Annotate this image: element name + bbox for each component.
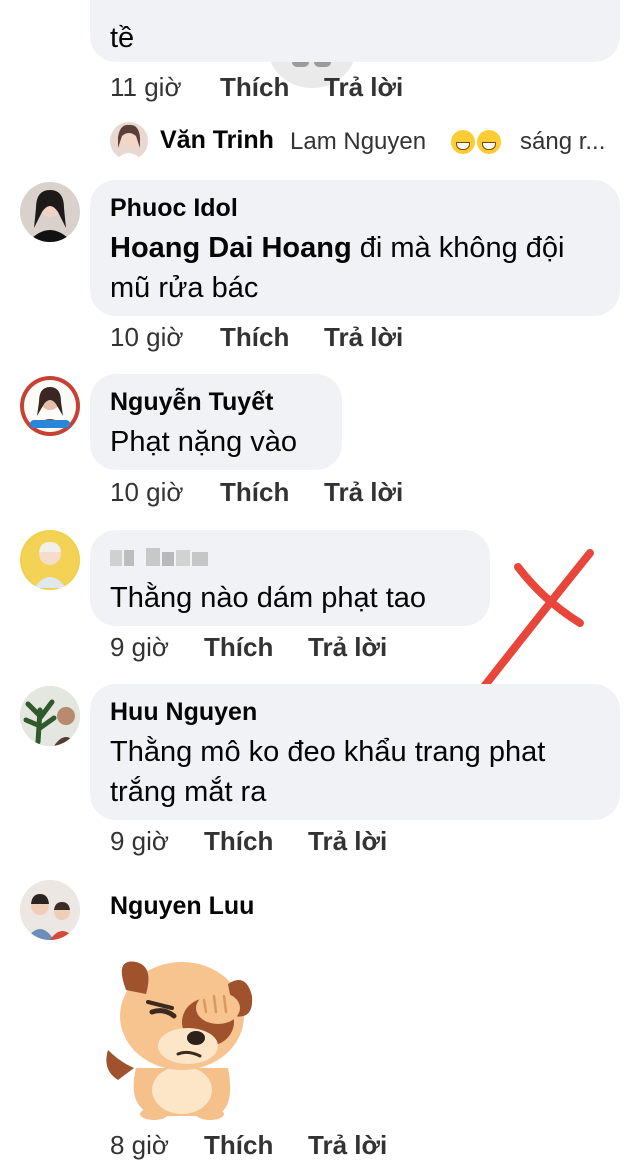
comment-text: Thằng mô ko đeo khẩu trang phat trắng mắ… bbox=[110, 736, 546, 808]
comment-author[interactable]: Nguyen Luu bbox=[110, 892, 254, 921]
reply-author[interactable]: Văn Trinh bbox=[160, 126, 274, 155]
avatar[interactable] bbox=[20, 376, 80, 436]
comment-author[interactable]: Huu Nguyen bbox=[110, 698, 257, 727]
reply-preview[interactable]: Văn Trinh Lam Nguyen sáng r... bbox=[110, 122, 620, 162]
reply-button[interactable]: Trả lời bbox=[324, 322, 403, 353]
avatar[interactable] bbox=[20, 530, 80, 590]
dog-sticker bbox=[106, 961, 253, 1120]
blurred-author-name bbox=[110, 546, 210, 570]
like-button[interactable]: Thích bbox=[220, 477, 289, 508]
like-button[interactable]: Thích bbox=[220, 322, 289, 353]
comment-time: 11 giờ bbox=[110, 72, 182, 102]
comment-mention[interactable]: Hoang Dai Hoang bbox=[110, 232, 352, 264]
like-button[interactable]: Thích bbox=[204, 632, 273, 663]
reply-button[interactable]: Trả lời bbox=[308, 632, 387, 663]
comment-text: Phạt nặng vào bbox=[110, 426, 298, 458]
comment-time: 8 giờ bbox=[110, 1130, 169, 1160]
avatar[interactable] bbox=[20, 880, 80, 940]
comment-author[interactable]: Nguyễn Tuyết bbox=[110, 388, 273, 417]
comment-time: 9 giờ bbox=[110, 826, 169, 856]
comment-time: 9 giờ bbox=[110, 632, 169, 662]
comment-bubble bbox=[90, 0, 620, 62]
reply-button[interactable]: Trả lời bbox=[308, 826, 387, 857]
comment-text: Thằng nào dám phạt tao bbox=[110, 582, 427, 614]
reply-button[interactable]: Trả lời bbox=[324, 477, 403, 508]
reply-button[interactable]: Trả lời bbox=[308, 1130, 387, 1161]
like-button[interactable]: Thích bbox=[204, 1130, 273, 1161]
comment-author[interactable]: Phuoc Idol bbox=[110, 194, 238, 223]
comment-time: 10 giờ bbox=[110, 477, 184, 507]
reply-snippet: sáng r... bbox=[520, 128, 606, 155]
like-button[interactable]: Thích bbox=[220, 72, 289, 103]
reply-button[interactable]: Trả lời bbox=[324, 72, 403, 103]
avatar bbox=[110, 122, 148, 160]
comment-time: 10 giờ bbox=[110, 322, 184, 352]
avatar[interactable] bbox=[20, 686, 80, 746]
comment-text: tề bbox=[110, 22, 135, 54]
avatar[interactable] bbox=[20, 182, 80, 242]
reply-mention: Lam Nguyen bbox=[290, 128, 427, 155]
like-button[interactable]: Thích bbox=[204, 826, 273, 857]
comment-text: Hoang Dai Hoang đi mà không đội mũ rửa b… bbox=[110, 228, 580, 308]
grinning-emoji-icon bbox=[451, 130, 503, 156]
